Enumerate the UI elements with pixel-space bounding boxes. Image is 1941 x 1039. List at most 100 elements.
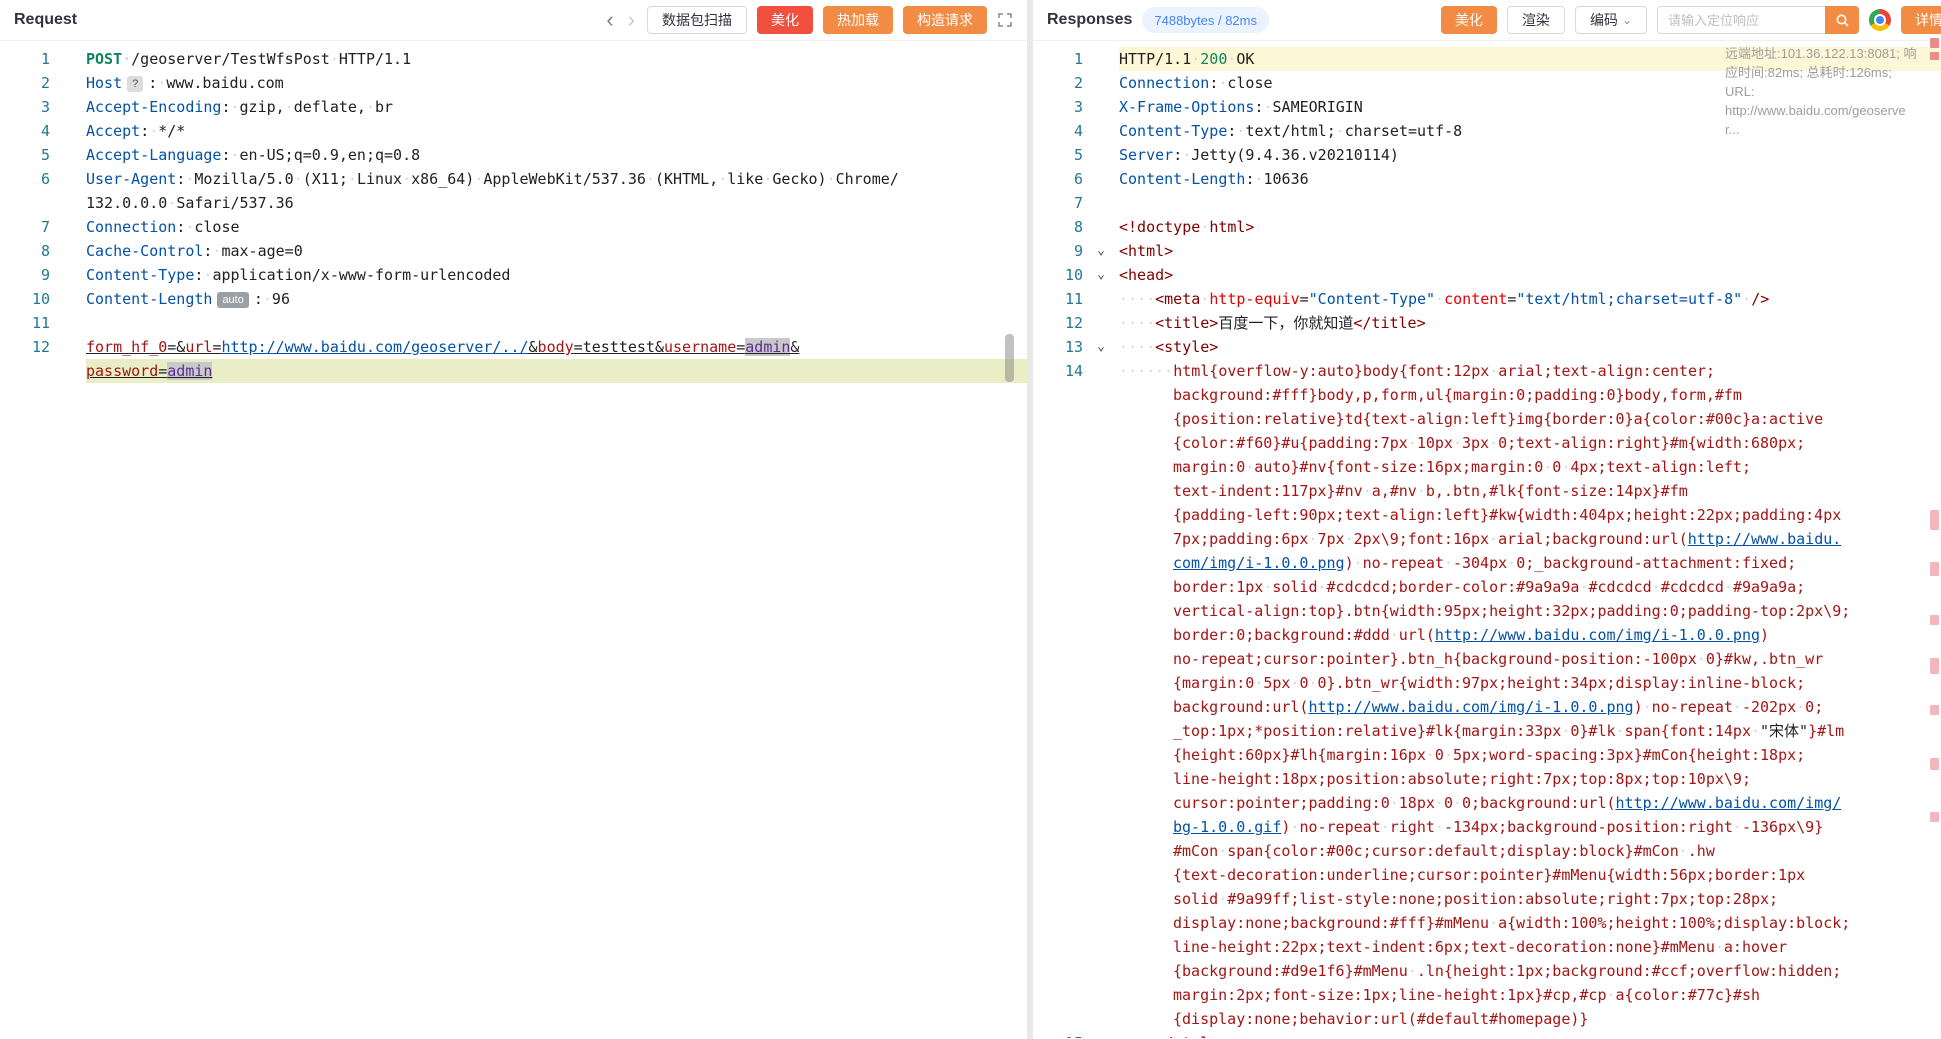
code-row[interactable]: {text-decoration:underline;cursor:pointe… bbox=[1119, 863, 1941, 887]
code-row[interactable]: _top:1px;*position:relative}#lk{margin:3… bbox=[1119, 719, 1941, 743]
code-row[interactable]: X-Frame-Options:·SAMEORIGIN bbox=[1119, 95, 1941, 119]
code-row[interactable]: no-repeat;cursor:pointer}.btn_h{backgrou… bbox=[1119, 647, 1941, 671]
code-row[interactable]: {background:#d9e1f6}#mMenu·.ln{height:1p… bbox=[1119, 959, 1941, 983]
code-row[interactable]: Content-Type:·application/x-www-form-url… bbox=[86, 263, 1027, 287]
ruler-mark bbox=[1930, 705, 1939, 715]
response-editor[interactable]: 1 HTTP/1.1·200·OK 2 Connection:·close 3 X-Fra… bbox=[1033, 41, 1941, 1038]
fullscreen-icon[interactable] bbox=[997, 12, 1013, 28]
code-line: 7 bbox=[1033, 191, 1941, 215]
code-row[interactable]: margin:0·auto}#nv{font-size:16px;margin:… bbox=[1119, 455, 1941, 479]
code-row[interactable]: password=admin bbox=[86, 359, 1027, 383]
code-row[interactable]: solid·#9a99ff;list-style:none;position:a… bbox=[1119, 887, 1941, 911]
inline-widget[interactable]: auto bbox=[217, 292, 249, 308]
chrome-icon[interactable] bbox=[1869, 9, 1891, 31]
code-row[interactable]: Accept-Encoding:·gzip,·deflate,·br bbox=[86, 95, 1027, 119]
code-row[interactable] bbox=[1119, 191, 1941, 215]
fold-icon[interactable]: ⌄ bbox=[1083, 239, 1119, 263]
code-row[interactable]: ······html{overflow-y:auto}body{font:12p… bbox=[1119, 359, 1941, 383]
code-row[interactable]: display:none;background:#fff}#mMenu·a{wi… bbox=[1119, 911, 1941, 935]
search-input[interactable] bbox=[1657, 6, 1825, 34]
line-number: 12 bbox=[1064, 314, 1083, 332]
code-line: 5 Server:·Jetty(9.4.36.v20210114) bbox=[1033, 143, 1941, 167]
beautify-button[interactable]: 美化 bbox=[757, 6, 813, 34]
code-line: 6 Content-Length:·10636 bbox=[1033, 167, 1941, 191]
code-row[interactable]: <head> bbox=[1119, 263, 1941, 287]
code-row[interactable]: {position:relative}td{text-align:left}im… bbox=[1119, 407, 1941, 431]
code-row[interactable]: ····<style> bbox=[1119, 335, 1941, 359]
scrollbar-thumb[interactable] bbox=[1005, 334, 1014, 382]
code-row[interactable]: Content-Type:·text/html;·charset=utf-8 bbox=[1119, 119, 1941, 143]
code-row[interactable]: HTTP/1.1·200·OK bbox=[1119, 47, 1941, 71]
code-row[interactable]: POST·/geoserver/TestWfsPost·HTTP/1.1 bbox=[86, 47, 1027, 71]
code-row[interactable]: Host?:·www.baidu.com bbox=[86, 71, 1027, 95]
line-number: 7 bbox=[40, 218, 50, 236]
code-row[interactable]: 7px;padding:6px·7px·2px\9;font:16px·aria… bbox=[1119, 527, 1941, 551]
code-row[interactable]: Accept-Language:·en-US;q=0.9,en;q=0.8 bbox=[86, 143, 1027, 167]
line-number: 7 bbox=[1073, 194, 1083, 212]
code-row[interactable]: cursor:pointer;padding:0·18px·0·0;backgr… bbox=[1119, 791, 1941, 815]
beautify-button[interactable]: 美化 bbox=[1440, 6, 1497, 34]
code-row[interactable]: Connection:·close bbox=[1119, 71, 1941, 95]
code-line: 13 ⌄ ····<style> bbox=[1033, 335, 1941, 359]
fold-icon[interactable]: ⌄ bbox=[1083, 263, 1119, 287]
response-panel: Responses 7488bytes / 82ms 美化 渲染 编码 ⌄ 详情… bbox=[1033, 0, 1941, 1039]
fold-icon[interactable]: ⌄ bbox=[1083, 335, 1119, 359]
code-row[interactable]: {display:none;behavior:url(#default#home… bbox=[1119, 1007, 1941, 1031]
code-row[interactable]: {margin:0·5px·0·0}.btn_wr{width:97px;hei… bbox=[1119, 671, 1941, 695]
code-line: 5 Accept-Language:·en-US;q=0.9,en;q=0.8 bbox=[0, 143, 1027, 167]
code-row[interactable]: ····<title>百度一下，你就知道</title> bbox=[1119, 311, 1941, 335]
search-box bbox=[1657, 6, 1859, 34]
inline-widget[interactable]: ? bbox=[127, 76, 144, 92]
line-number: 5 bbox=[40, 146, 50, 164]
code-row[interactable]: Cache-Control:·max-age=0 bbox=[86, 239, 1027, 263]
line-number: 1 bbox=[40, 50, 50, 68]
line-number: 3 bbox=[40, 98, 50, 116]
code-row[interactable]: 132.0.0.0·Safari/537.36 bbox=[86, 191, 1027, 215]
line-number: 9 bbox=[1073, 242, 1083, 260]
code-row[interactable]: Connection:·close bbox=[86, 215, 1027, 239]
code-row[interactable]: {height:60px}#lh{margin:16px·0·5px;word-… bbox=[1119, 743, 1941, 767]
line-number: 4 bbox=[40, 122, 50, 140]
code-line: 11 ····<meta·http-equiv="Content-Type"·co… bbox=[1033, 287, 1941, 311]
construct-request-button[interactable]: 构造请求 bbox=[903, 6, 987, 34]
code-line: 10 Content-Length auto:·96 bbox=[0, 287, 1027, 311]
code-line: 14 ······html{overflow-y:auto}body{font:1… bbox=[1033, 359, 1941, 1031]
code-row[interactable]: background:url(http://www.baidu.com/img/… bbox=[1119, 695, 1941, 719]
code-row[interactable]: #mCon·span{color:#00c;cursor:default;dis… bbox=[1119, 839, 1941, 863]
code-row[interactable]: ····</style> bbox=[1119, 1031, 1941, 1038]
code-row[interactable]: <html> bbox=[1119, 239, 1941, 263]
code-row[interactable] bbox=[86, 311, 1027, 335]
history-forward-icon[interactable]: › bbox=[626, 9, 637, 31]
code-row[interactable]: border:0;background:#ddd·url(http://www.… bbox=[1119, 623, 1941, 647]
code-row[interactable]: Accept:·*/* bbox=[86, 119, 1027, 143]
code-row[interactable]: Content-Length:·10636 bbox=[1119, 167, 1941, 191]
search-button[interactable] bbox=[1825, 6, 1859, 34]
code-row[interactable]: background:#fff}body,p,form,ul{margin:0;… bbox=[1119, 383, 1941, 407]
history-back-icon[interactable]: ‹ bbox=[604, 9, 615, 31]
code-row[interactable]: {padding-left:90px;text-align:left}#kw{w… bbox=[1119, 503, 1941, 527]
code-row[interactable]: Content-Length auto:·96 bbox=[86, 287, 1027, 311]
request-editor[interactable]: 1 POST·/geoserver/TestWfsPost·HTTP/1.1 2 Ho… bbox=[0, 41, 1027, 1038]
code-row[interactable]: text-indent:117px}#nv·a,#nv·b,.btn,#lk{f… bbox=[1119, 479, 1941, 503]
code-row[interactable]: {color:#f60}#u{padding:7px·10px·3px·0;te… bbox=[1119, 431, 1941, 455]
search-icon bbox=[1836, 14, 1849, 27]
hot-reload-button[interactable]: 热加载 bbox=[823, 6, 893, 34]
code-row[interactable]: <!doctype·html> bbox=[1119, 215, 1941, 239]
code-row[interactable]: form_hf_0=&url=http://www.baidu.com/geos… bbox=[86, 335, 1027, 359]
code-row[interactable]: border:1px·solid·#cdcdcd;border-color:#9… bbox=[1119, 575, 1941, 599]
packet-scan-button[interactable]: 数据包扫描 bbox=[647, 6, 747, 34]
code-row[interactable]: User-Agent:·Mozilla/5.0·(X11;·Linux·x86_… bbox=[86, 167, 1027, 191]
encode-button[interactable]: 编码 ⌄ bbox=[1574, 6, 1647, 34]
code-row[interactable]: Server:·Jetty(9.4.36.v20210114) bbox=[1119, 143, 1941, 167]
response-title: Responses bbox=[1047, 11, 1133, 28]
line-number: 10 bbox=[31, 290, 50, 308]
code-row[interactable]: line-height:22px;text-indent:6px;text-de… bbox=[1119, 935, 1941, 959]
code-row[interactable]: vertical-align:top}.btn{width:95px;heigh… bbox=[1119, 599, 1941, 623]
code-row[interactable]: ····<meta·http-equiv="Content-Type"·cont… bbox=[1119, 287, 1941, 311]
code-row[interactable]: bg-1.0.0.gif)·no-repeat·right·-134px;bac… bbox=[1119, 815, 1941, 839]
code-row[interactable]: line-height:18px;position:absolute;right… bbox=[1119, 767, 1941, 791]
code-line: 6 User-Agent:·Mozilla/5.0·(X11;·Linux·x86… bbox=[0, 167, 1027, 215]
code-row[interactable]: margin:2px;font-size:1px;line-height:1px… bbox=[1119, 983, 1941, 1007]
code-row[interactable]: com/img/i-1.0.0.png)·no-repeat·-304px·0;… bbox=[1119, 551, 1941, 575]
render-button[interactable]: 渲染 bbox=[1506, 6, 1565, 34]
